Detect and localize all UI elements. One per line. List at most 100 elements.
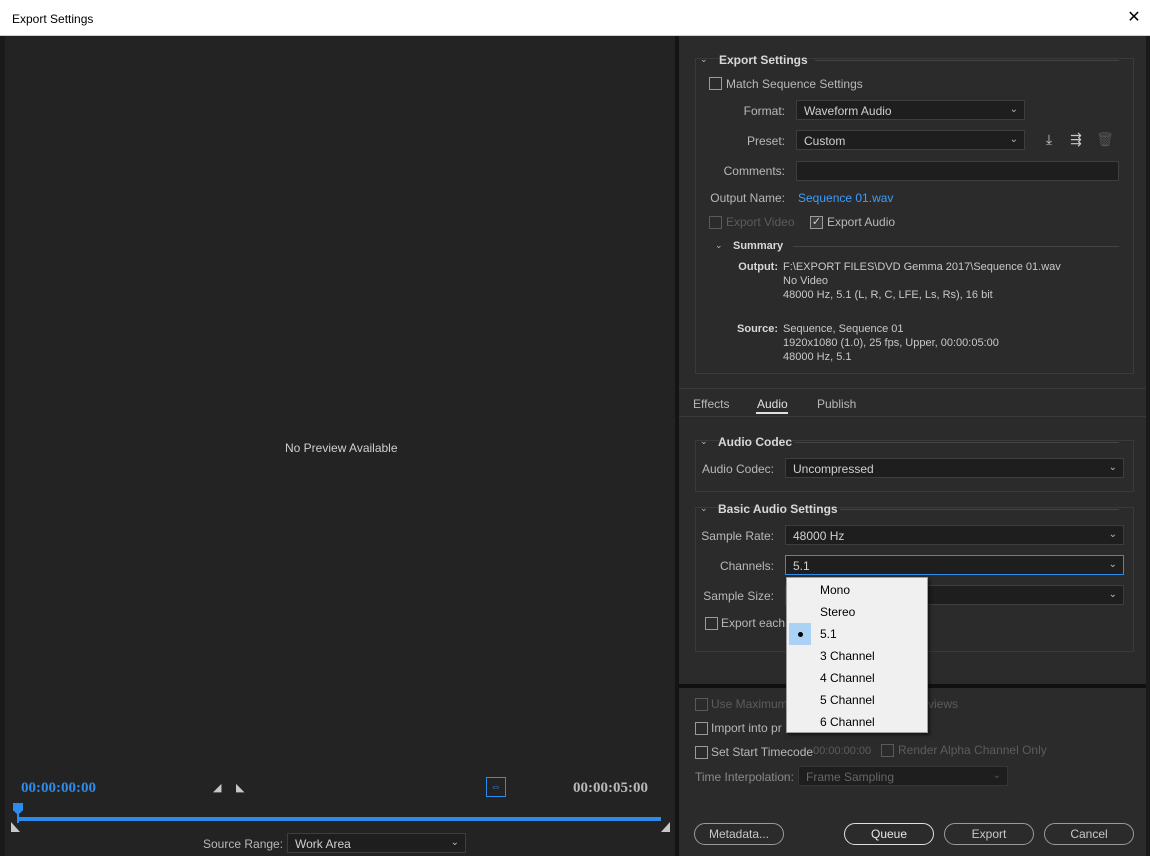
comments-field[interactable] [796,161,1119,181]
format-label: Format: [743,104,785,118]
render-alpha-checkbox [881,744,894,757]
in-point-marker-icon[interactable] [11,822,20,832]
export-settings-title: Export Settings [719,53,808,67]
menu-item-stereo[interactable]: Stereo [787,601,927,623]
set-start-timecode-checkbox[interactable] [695,746,708,759]
close-icon[interactable]: ✕ [1126,8,1142,28]
timeline-track[interactable] [17,817,661,821]
section-rule [840,509,1119,510]
chevron-down-icon: ⌄ [1009,134,1018,145]
summary-source-line: 1920x1080 (1.0), 25 fps, Upper, 00:00:05… [783,337,999,349]
metadata-button[interactable]: Metadata... [694,823,784,845]
summary-rule [793,246,1119,247]
channels-label: Channels: [719,559,774,573]
import-preset-icon[interactable]: ⇶ [1067,131,1085,149]
time-interpolation-value: Frame Sampling [806,770,895,784]
import-into-project-label: Import into pr [711,721,782,735]
source-range-label: Source Range: [203,837,284,851]
menu-item-3-channel[interactable]: 3 Channel [787,645,927,667]
menu-item-5-channel[interactable]: 5 Channel [787,689,927,711]
audio-codec-value: Uncompressed [793,462,874,476]
comments-label: Comments: [723,164,785,178]
match-sequence-label: Match Sequence Settings [726,77,863,91]
channels-value: 5.1 [793,559,810,573]
sample-rate-label: Sample Rate: [701,529,774,543]
source-range-dropdown[interactable]: Work Area ⌄ [287,833,466,853]
summary-output-values: F:\EXPORT FILES\DVD Gemma 2017\Sequence … [783,260,1061,302]
window-title: Export Settings [12,12,94,26]
audio-codec-title: Audio Codec [718,435,792,449]
sample-size-label: Sample Size: [703,589,774,603]
export-video-label: Export Video [726,215,795,229]
import-into-project-checkbox[interactable] [695,722,708,735]
export-video-checkbox [709,216,722,229]
export-each-channel-label: Export each c [721,616,795,630]
set-out-point-icon[interactable]: ◣ [236,781,244,794]
tab-audio[interactable]: Audio [757,397,788,411]
current-timecode[interactable]: 00:00:00:00 [21,780,96,797]
save-preset-icon[interactable]: ⤓ [1040,131,1058,149]
audio-codec-dropdown[interactable]: Uncompressed ⌄ [785,458,1124,478]
queue-button[interactable]: Queue [844,823,934,845]
title-bar: Export Settings ✕ [0,0,1150,36]
fit-frame-icon[interactable]: ⇔ [486,777,506,797]
preset-value: Custom [804,134,846,148]
sample-rate-value: 48000 Hz [793,529,845,543]
export-button[interactable]: Export [944,823,1034,845]
summary-source-values: Sequence, Sequence 01 1920x1080 (1.0), 2… [783,322,999,364]
format-dropdown[interactable]: Waveform Audio ⌄ [796,100,1025,120]
chevron-down-icon: ⌄ [1108,462,1117,473]
chevron-down-icon: ⌄ [450,837,459,848]
tabs-bottom-divider [679,416,1146,417]
collapse-chevron-icon[interactable]: ⌄ [700,54,708,65]
no-preview-text: No Preview Available [285,441,398,455]
sample-rate-dropdown[interactable]: 48000 Hz ⌄ [785,525,1124,545]
section-rule [795,442,1119,443]
basic-audio-title: Basic Audio Settings [718,502,838,516]
tab-publish[interactable]: Publish [817,397,856,411]
use-max-render-checkbox [695,698,708,711]
output-name-link[interactable]: Sequence 01.wav [798,191,893,205]
summary-output-line: No Video [783,275,829,287]
menu-item-6-channel[interactable]: 6 Channel [787,711,927,733]
out-point-marker-icon[interactable] [661,822,670,832]
audio-codec-label: Audio Codec: [701,462,774,476]
chevron-down-icon: ⌄ [1108,589,1117,600]
time-interpolation-label: Time Interpolation: [695,770,794,784]
summary-output-line: F:\EXPORT FILES\DVD Gemma 2017\Sequence … [783,261,1061,273]
format-value: Waveform Audio [804,104,892,118]
match-sequence-checkbox[interactable] [709,77,722,90]
channels-dropdown[interactable]: 5.1 ⌄ [785,555,1124,575]
set-in-point-icon[interactable]: ◢ [213,781,221,794]
chevron-down-icon: ⌄ [1009,104,1018,115]
basic-audio-chevron-icon[interactable]: ⌄ [700,503,708,514]
export-audio-checkbox[interactable]: ✓ [810,216,823,229]
menu-item-mono[interactable]: Mono [787,579,927,601]
summary-chevron-icon[interactable]: ⌄ [715,240,723,251]
duration-timecode: 00:00:05:00 [573,780,648,796]
preset-dropdown[interactable]: Custom ⌄ [796,130,1025,150]
start-timecode-value: 00:00:00:00 [813,745,872,757]
preset-label: Preset: [746,134,785,148]
section-rule [815,60,1119,61]
export-audio-label: Export Audio [827,215,896,229]
cancel-button[interactable]: Cancel [1044,823,1134,845]
source-range-value: Work Area [295,837,351,851]
render-alpha-label: Render Alpha Channel Only [898,743,1047,757]
output-name-label: Output Name: [710,191,785,205]
audio-codec-chevron-icon[interactable]: ⌄ [700,436,708,447]
chevron-down-icon: ⌄ [992,770,1001,781]
delete-preset-icon: 🗑 [1096,131,1114,147]
tab-effects[interactable]: Effects [693,397,729,411]
chevron-down-icon: ⌄ [1108,559,1117,570]
summary-source-label: Source: [737,323,778,335]
chevron-down-icon: ⌄ [1108,529,1117,540]
summary-output-label: Output: [738,261,778,273]
menu-item-4-channel[interactable]: 4 Channel [787,667,927,689]
menu-item-5-1[interactable]: 5.1 [787,623,927,645]
summary-title: Summary [733,240,784,252]
export-each-channel-checkbox[interactable] [705,617,718,630]
summary-output-line: 48000 Hz, 5.1 (L, R, C, LFE, Ls, Rs), 16… [783,289,993,301]
summary-source-line: Sequence, Sequence 01 [783,323,904,335]
active-tab-underline [756,412,788,414]
